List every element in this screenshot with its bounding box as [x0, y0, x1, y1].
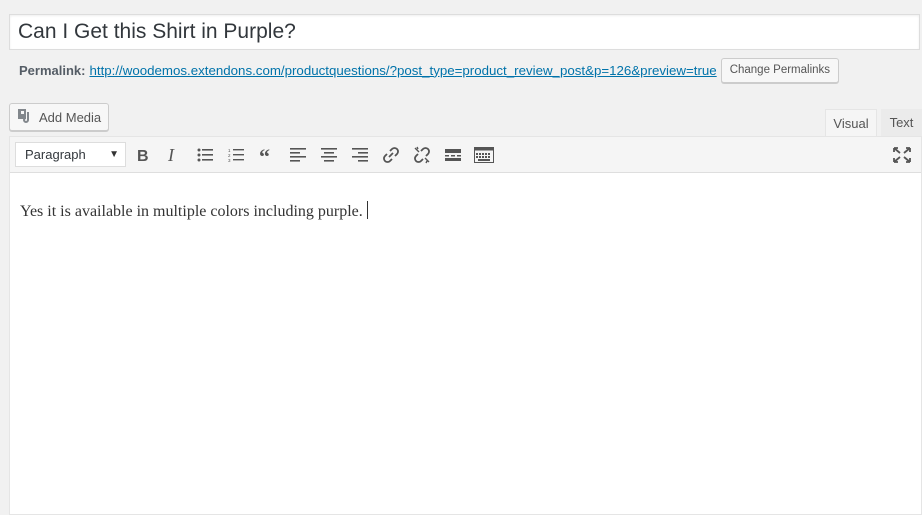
link-icon [382, 146, 400, 164]
toolbar-toggle-icon [474, 147, 494, 163]
text-caret [366, 201, 368, 219]
unlink-button[interactable] [409, 142, 435, 168]
svg-text:B: B [137, 148, 149, 163]
italic-icon: I [166, 147, 180, 163]
bulleted-list-button[interactable] [192, 142, 218, 168]
add-media-label: Add Media [39, 109, 102, 125]
numbered-list-button[interactable]: 123 [223, 142, 249, 168]
editor: Paragraph ▼ B I 123 “ [9, 136, 922, 515]
editor-paragraph: Yes it is available in multiple colors i… [20, 203, 363, 220]
change-permalinks-button[interactable]: Change Permalinks [720, 57, 840, 83]
unlink-icon [413, 146, 431, 164]
blockquote-icon: “ [259, 149, 275, 161]
align-right-button[interactable] [347, 142, 373, 168]
read-more-icon [445, 149, 461, 161]
read-more-button[interactable] [440, 142, 466, 168]
editor-content[interactable]: Yes it is available in multiple colors i… [10, 173, 921, 249]
bulleted-list-icon [197, 148, 213, 162]
align-right-icon [352, 148, 368, 162]
bold-button[interactable]: B [130, 142, 156, 168]
link-button[interactable] [378, 142, 404, 168]
permalink-link[interactable]: http://woodemos.extendons.com/productque… [89, 63, 716, 78]
italic-button[interactable]: I [160, 142, 186, 168]
chevron-down-icon: ▼ [109, 149, 119, 160]
align-left-icon [290, 148, 306, 162]
tab-visual[interactable]: Visual [825, 109, 877, 136]
align-center-button[interactable] [316, 142, 342, 168]
tab-text[interactable]: Text [881, 109, 922, 136]
svg-text:I: I [167, 147, 175, 163]
post-title-input[interactable]: Can I Get this Shirt in Purple? [9, 14, 920, 50]
editor-toolbar: Paragraph ▼ B I 123 “ [10, 137, 921, 173]
bold-icon: B [136, 147, 150, 163]
add-media-button[interactable]: Add Media [9, 103, 109, 131]
toolbar-toggle-button[interactable] [471, 142, 497, 168]
align-left-button[interactable] [285, 142, 311, 168]
format-select[interactable]: Paragraph ▼ [15, 142, 126, 167]
format-select-value: Paragraph [25, 147, 86, 162]
permalink-row: Permalink: http://woodemos.extendons.com… [19, 57, 919, 83]
blockquote-button[interactable]: “ [254, 142, 280, 168]
fullscreen-button[interactable] [889, 142, 915, 168]
svg-text:3: 3 [228, 158, 231, 163]
fullscreen-icon [893, 147, 911, 163]
permalink-label: Permalink: [19, 62, 86, 78]
svg-text:“: “ [259, 149, 270, 161]
media-icon [17, 108, 39, 127]
numbered-list-icon: 123 [228, 148, 244, 163]
align-center-icon [321, 148, 337, 162]
